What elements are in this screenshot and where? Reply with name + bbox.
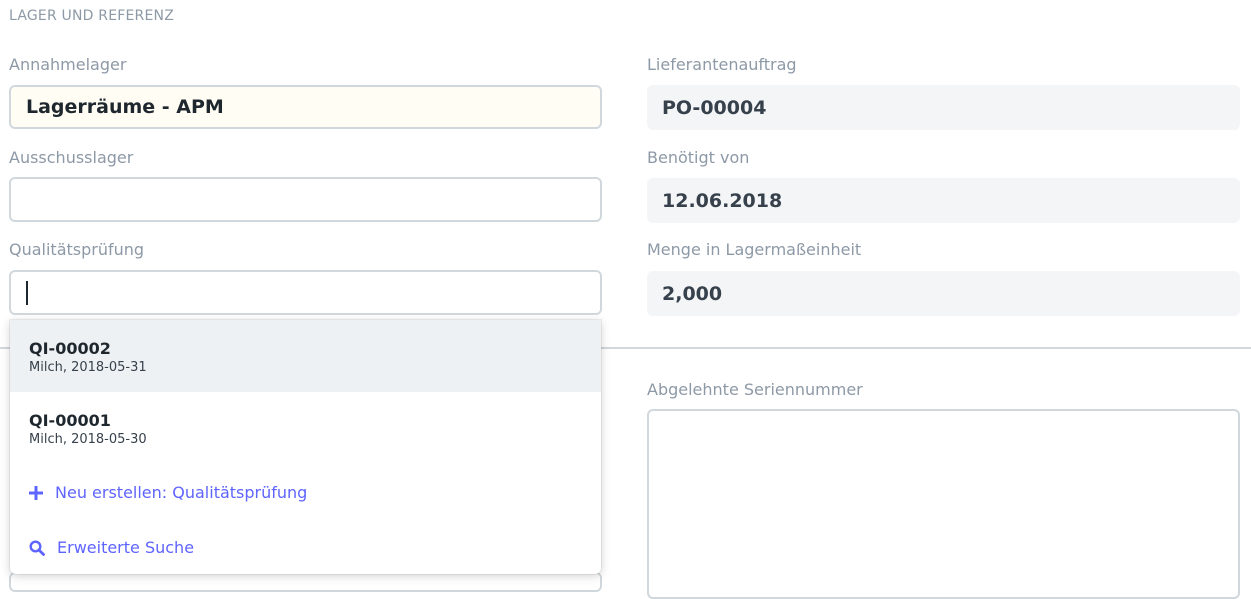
dropdown-item-desc: Milch, 2018-05-31 (29, 360, 147, 375)
dropdown-item-desc: Milch, 2018-05-30 (29, 432, 147, 447)
qualitaetspruefung-label: Qualitätsprüfung (9, 240, 145, 259)
dropdown-item-name: QI-00001 (29, 411, 111, 430)
lieferantenauftrag-field[interactable]: PO-00004 (647, 85, 1240, 130)
search-icon (29, 539, 45, 556)
annahmelager-value: Lagerräume - APM (26, 96, 224, 118)
abgelehnte-seriennummer-textarea[interactable] (647, 409, 1240, 599)
menge-field[interactable]: 2,000 (647, 271, 1240, 316)
create-new-action[interactable]: Neu erstellen: Qualitätsprüfung (29, 483, 307, 502)
ausschusslager-input[interactable] (9, 177, 602, 222)
autocomplete-dropdown: QI-00002 Milch, 2018-05-31 QI-00001 Milc… (10, 320, 601, 574)
lieferantenauftrag-value: PO-00004 (662, 96, 767, 119)
section-title: LAGER UND REFERENZ (9, 8, 174, 24)
section-divider (600, 347, 1251, 349)
dropdown-item[interactable]: QI-00002 Milch, 2018-05-31 (10, 320, 601, 392)
benoetigt-von-label: Benötigt von (647, 148, 750, 167)
qualitaetspruefung-input[interactable] (9, 270, 602, 315)
advanced-search-label: Erweiterte Suche (57, 538, 195, 557)
advanced-search-action[interactable]: Erweiterte Suche (29, 538, 194, 557)
dropdown-item[interactable]: QI-00001 Milch, 2018-05-30 (10, 392, 601, 464)
lieferantenauftrag-label: Lieferantenauftrag (647, 55, 797, 74)
plus-icon (29, 485, 43, 500)
benoetigt-von-value: 12.06.2018 (662, 189, 783, 212)
menge-value: 2,000 (662, 282, 723, 305)
hidden-field-under-dropdown (9, 572, 602, 592)
annahmelager-input[interactable]: Lagerräume - APM (9, 85, 602, 129)
section-divider-left (0, 347, 10, 349)
annahmelager-label: Annahmelager (9, 55, 127, 74)
text-caret (26, 280, 28, 305)
dropdown-item-name: QI-00002 (29, 339, 111, 358)
create-new-label: Neu erstellen: Qualitätsprüfung (55, 483, 308, 502)
abgelehnte-seriennummer-label: Abgelehnte Seriennummer (647, 380, 863, 399)
menge-label: Menge in Lagermaßeinheit (647, 240, 862, 259)
ausschusslager-label: Ausschusslager (9, 148, 134, 167)
benoetigt-von-field[interactable]: 12.06.2018 (647, 178, 1240, 223)
